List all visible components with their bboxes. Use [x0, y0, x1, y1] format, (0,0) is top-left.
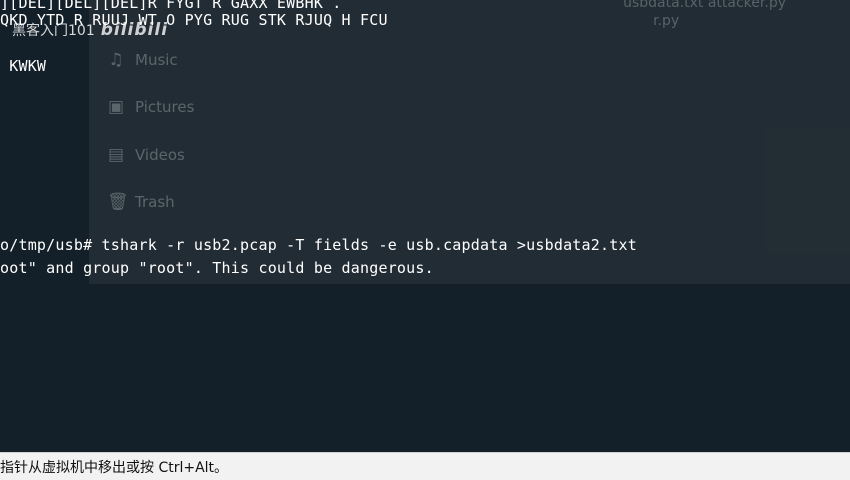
- sidebar-item-videos[interactable]: ▤ Videos: [107, 141, 185, 169]
- videos-icon: ▤: [107, 145, 125, 165]
- terminal-line-3: KWKW: [0, 57, 47, 75]
- status-hint-text: 指针从虚拟机中移出或按 Ctrl+Alt。: [0, 460, 229, 476]
- sidebar-item-label: Videos: [135, 146, 185, 164]
- terminal-warning-line: oot" and group "root". This could be dan…: [0, 259, 434, 277]
- vm-screen: usbdata.txt attacker.py r.py ♫ Music ▣ P…: [0, 0, 850, 480]
- music-note-icon: ♫: [108, 50, 124, 70]
- sidebar-item-label: Music: [135, 51, 178, 69]
- sidebar-item-label: Pictures: [135, 98, 195, 116]
- pictures-icon: ▣: [107, 97, 125, 117]
- bilibili-logo: bilibili: [100, 20, 169, 40]
- sidebar-item-trash[interactable]: 🗑 Trash: [107, 188, 175, 216]
- sidebar-item-music[interactable]: ♫ Music: [107, 46, 178, 74]
- sidebar-item-label: Trash: [135, 193, 175, 211]
- video-watermark: 黑客入门101 bilibili: [12, 20, 168, 40]
- ghost-file-list: usbdata.txt attacker.py r.py: [623, 0, 786, 29]
- trash-icon: 🗑: [107, 192, 129, 212]
- ghost-file-1: usbdata.txt attacker.py: [623, 0, 786, 11]
- watermark-text: 黑客入门101: [12, 23, 95, 39]
- ghost-file-2: r.py: [653, 13, 680, 29]
- sidebar-item-pictures[interactable]: ▣ Pictures: [107, 93, 194, 121]
- terminal-command-line[interactable]: o/tmp/usb# tshark -r usb2.pcap -T fields…: [0, 235, 637, 255]
- vm-status-bar: 指针从虚拟机中移出或按 Ctrl+Alt。: [0, 452, 850, 480]
